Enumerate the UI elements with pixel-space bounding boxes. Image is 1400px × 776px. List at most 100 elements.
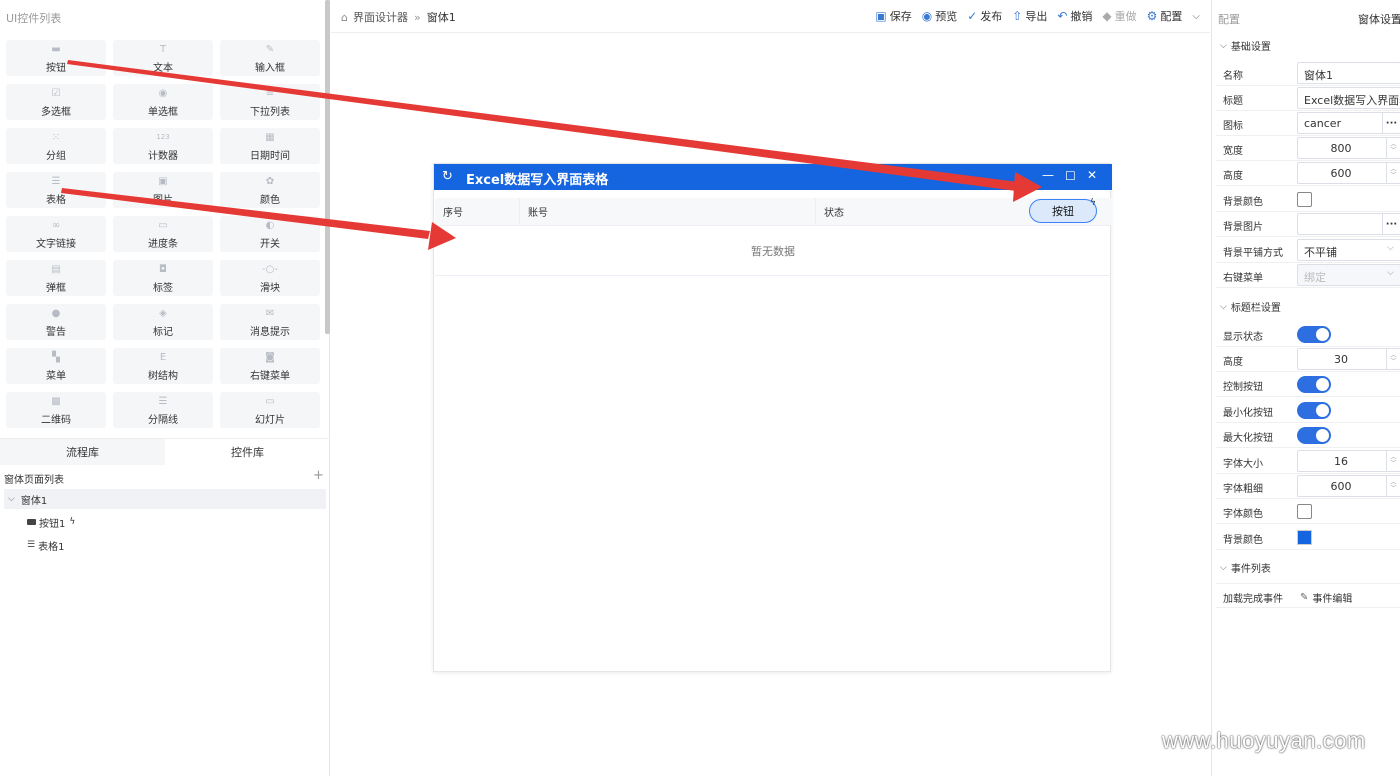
eraser-icon: ◆ [1102, 9, 1112, 23]
widget-item[interactable]: ▭ 进度条 [113, 216, 213, 252]
watermark: www.huoyuyan.com [1162, 728, 1366, 753]
widget-item[interactable]: ⁙ 分组 [6, 128, 106, 164]
ctxmenu-select[interactable]: 绑定 ⌵ [1297, 264, 1400, 286]
widget-item[interactable]: T 文本 [113, 40, 213, 76]
property-panel: 配置 窗体设置 ⌵基础设置 名称窗体1 标题Excel数据写入界面表格 图标ca… [1211, 0, 1400, 776]
stepper-arrows-icon[interactable]: ︿ ﹀ [1386, 138, 1400, 158]
prop-label: 标题 [1223, 96, 1243, 107]
widget-item[interactable]: ◙ 右键菜单 [220, 348, 320, 384]
home-icon[interactable]: ⌂ [341, 11, 348, 24]
stepper-arrows-icon[interactable]: ︿ ﹀ [1386, 163, 1400, 183]
breadcrumb-item-designer[interactable]: 界面设计器 [353, 9, 408, 25]
maximize-icon[interactable]: ☐ [1065, 169, 1076, 183]
widget-item-label: 分组 [46, 150, 66, 162]
ctrl-toggle[interactable] [1297, 376, 1331, 393]
bgcolor-picker[interactable] [1297, 192, 1312, 207]
widget-item[interactable]: ≡ 下拉列表 [220, 84, 320, 120]
widget-item[interactable]: ◉ 单选框 [113, 84, 213, 120]
tab-widget-library[interactable]: 控件库 [165, 439, 330, 465]
titlebar-height-stepper[interactable]: 30 ︿ ﹀ [1297, 348, 1400, 370]
save-button[interactable]: ▣ 保存 [875, 8, 911, 24]
widget-item[interactable]: ☰ 表格 [6, 172, 106, 208]
widget-item[interactable]: ◐ 开关 [220, 216, 320, 252]
widget-item[interactable]: ☰ 分隔线 [113, 392, 213, 428]
icon-field[interactable]: cancer ··· [1297, 112, 1400, 134]
widget-item[interactable]: ✿ 颜色 [220, 172, 320, 208]
fontsize-value: 16 [1334, 455, 1348, 468]
stepper-arrows-icon[interactable]: ︿ ﹀ [1386, 451, 1400, 471]
form-table[interactable]: 序号 账号 状态 暂无数据 [435, 197, 1111, 276]
section-basic[interactable]: ⌵ 基础设置 [1220, 38, 1271, 54]
widget-item-label: 菜单 [46, 370, 66, 382]
minimize-icon[interactable]: — [1042, 168, 1054, 182]
more-icon[interactable]: ··· [1382, 214, 1400, 234]
chevron-down-icon: ⌵ [1387, 268, 1394, 278]
section-titlebar[interactable]: ⌵ 标题栏设置 [1220, 299, 1281, 315]
fontcolor-picker[interactable] [1297, 504, 1312, 519]
close-icon[interactable]: ✕ [1087, 168, 1097, 182]
widget-item[interactable]: ▣ 图片 [113, 172, 213, 208]
widget-item[interactable]: ▬ 按钮 [6, 40, 106, 76]
redo-button[interactable]: ◆ 重做 [1102, 8, 1136, 24]
min-toggle[interactable] [1297, 402, 1331, 419]
title-field[interactable]: Excel数据写入界面表格 [1297, 87, 1400, 109]
height-stepper[interactable]: 600 ︿ ﹀ [1297, 162, 1400, 184]
add-page-icon[interactable]: + [313, 468, 324, 483]
width-stepper[interactable]: 800 ︿ ﹀ [1297, 137, 1400, 159]
undo-button[interactable]: ↶ 撤销 [1057, 8, 1092, 24]
form-preview[interactable]: ↻ Excel数据写入界面表格 — ☐ ✕ 序号 账号 状态 暂无数据 按钮 ϟ [433, 163, 1112, 672]
widget-item[interactable]: ● 警告 [6, 304, 106, 340]
widget-item[interactable]: E 树结构 [113, 348, 213, 384]
widget-item[interactable]: ▩ 二维码 [6, 392, 106, 428]
prop-row-titlebar-height: 高度 30 ︿ ﹀ [1216, 347, 1400, 372]
tile-select[interactable]: 不平铺 ⌵ [1297, 239, 1400, 261]
designer-app: UI控件列表 ▬ 按钮 T 文本 ✎ 输入框 ☑ 多选框 ◉ 单选框 ≡ 下拉列表 ⁙ 分组 123 计数器 ▦… [0, 0, 1400, 776]
config-button[interactable]: ⚙ 配置 [1147, 8, 1183, 24]
fontsize-stepper[interactable]: 16 ︿ ﹀ [1297, 450, 1400, 472]
tile-value: 不平铺 [1304, 246, 1337, 259]
prop-row-load-event: 加载完成事件 ✎ 事件编辑 [1216, 583, 1400, 608]
widget-item[interactable]: ◈ 标记 [113, 304, 213, 340]
prop-row-fontsize: 字体大小 16 ︿ ﹀ [1216, 449, 1400, 474]
export-button[interactable]: ⇧ 导出 [1012, 8, 1047, 24]
widget-item[interactable]: ☑ 多选框 [6, 84, 106, 120]
publish-button[interactable]: ✓ 发布 [967, 8, 1002, 24]
widget-item[interactable]: ▦ 日期时间 [220, 128, 320, 164]
chevron-down-icon[interactable]: ⌵ [8, 494, 15, 504]
stepper-arrows-icon[interactable]: ︿ ﹀ [1386, 476, 1400, 496]
widget-panel: UI控件列表 ▬ 按钮 T 文本 ✎ 输入框 ☑ 多选框 ◉ 单选框 ≡ 下拉列表 ⁙ 分组 123 计数器 ▦… [0, 0, 330, 776]
prop-label: 右键菜单 [1223, 273, 1263, 284]
form-titlebar[interactable]: ↻ Excel数据写入界面表格 — ☐ ✕ [434, 164, 1112, 190]
tab-flow-library[interactable]: 流程库 [0, 439, 165, 465]
widget-item[interactable]: -○- 滑块 [220, 260, 320, 296]
widget-item[interactable]: ▚ 菜单 [6, 348, 106, 384]
show-toggle[interactable] [1297, 326, 1331, 343]
widget-item-label: 滑块 [260, 282, 280, 294]
widget-item-label: 分隔线 [148, 414, 178, 426]
counter-123-icon: 123 [156, 133, 170, 141]
form-button[interactable]: 按钮 [1029, 199, 1097, 223]
widget-item[interactable]: 123 计数器 [113, 128, 213, 164]
widget-item[interactable]: ▭ 幻灯片 [220, 392, 320, 428]
titlebar-bgcolor-picker[interactable] [1297, 530, 1312, 545]
tree-node-table1[interactable]: ☰ 表格1 [27, 535, 64, 555]
more-icon[interactable]: ··· [1382, 113, 1400, 133]
config-dropdown[interactable]: ⌵ [1192, 11, 1200, 22]
preview-button[interactable]: ◉ 预览 [922, 8, 957, 24]
widget-item[interactable]: ✎ 输入框 [220, 40, 320, 76]
section-events[interactable]: ⌵ 事件列表 [1220, 560, 1271, 576]
widget-item-label: 单选框 [148, 106, 178, 118]
bgimage-field[interactable]: ··· [1297, 213, 1400, 235]
max-toggle[interactable] [1297, 427, 1331, 444]
widget-panel-scrollbar[interactable] [325, 0, 330, 334]
event-edit-link[interactable]: ✎ 事件编辑 [1300, 590, 1352, 605]
stepper-arrows-icon[interactable]: ︿ ﹀ [1386, 349, 1400, 369]
tree-node-form1[interactable]: ⌵ 窗体1 [4, 489, 326, 509]
widget-item[interactable]: ✉ 消息提示 [220, 304, 320, 340]
tree-node-button1[interactable]: 按钮1 ϟ [27, 512, 75, 532]
fontweight-stepper[interactable]: 600 ︿ ﹀ [1297, 475, 1400, 497]
name-field[interactable]: 窗体1 [1297, 62, 1400, 84]
widget-item[interactable]: ▤ 弹框 [6, 260, 106, 296]
widget-item[interactable]: ◘ 标签 [113, 260, 213, 296]
widget-item[interactable]: ∞ 文字链接 [6, 216, 106, 252]
